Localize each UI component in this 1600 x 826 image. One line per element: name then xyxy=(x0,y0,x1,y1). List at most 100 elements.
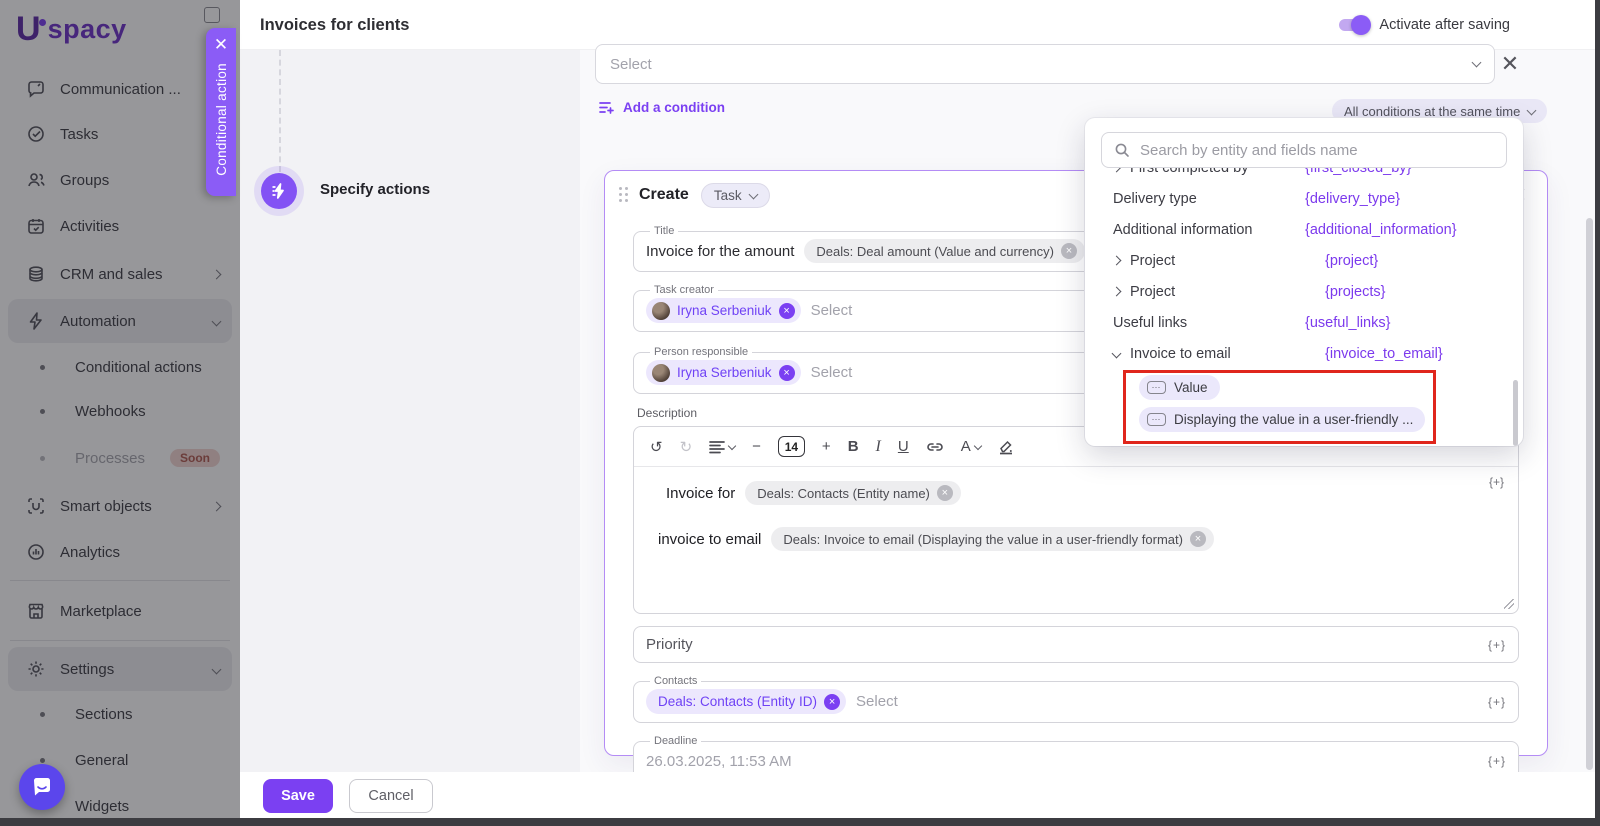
remove-chip-icon[interactable]: × xyxy=(824,694,840,710)
redo-icon[interactable]: ↻ xyxy=(680,438,693,456)
contacts-chip[interactable]: Deals: Contacts (Entity ID) × xyxy=(646,689,846,714)
title-field-label: Title xyxy=(650,225,678,237)
remove-chip-icon[interactable]: × xyxy=(779,365,795,381)
field-token: {first_closed_by} xyxy=(1305,168,1411,176)
remove-condition-icon[interactable]: ✕ xyxy=(1498,52,1522,76)
modal-footer: Save Cancel xyxy=(240,772,1600,820)
person-responsible-label: Person responsible xyxy=(650,346,752,358)
highlight-icon[interactable] xyxy=(998,439,1014,455)
editor-content[interactable]: Invoice for Deals: Contacts (Entity name… xyxy=(634,467,1518,551)
page-scrollbar-thumb[interactable] xyxy=(1586,218,1593,770)
chevron-down-icon xyxy=(728,441,736,449)
drag-handle-icon[interactable] xyxy=(619,187,629,203)
remove-chip-icon[interactable]: × xyxy=(1061,243,1077,259)
task-creator-chip[interactable]: Iryna Serbeniuk × xyxy=(646,298,801,323)
title-variable-chip[interactable]: Deals: Deal amount (Value and currency) … xyxy=(804,239,1085,263)
chevron-down-icon xyxy=(973,441,981,449)
underline-icon[interactable]: U xyxy=(898,438,909,455)
font-size-value[interactable]: 14 xyxy=(778,436,805,457)
search-input[interactable] xyxy=(1140,142,1494,159)
insert-variable-button[interactable]: {+} xyxy=(1488,695,1506,709)
chevron-down-icon xyxy=(1472,58,1482,68)
conditional-action-tab[interactable]: ✕ Conditional action xyxy=(206,28,236,196)
create-label: Create xyxy=(639,186,689,204)
avatar xyxy=(652,364,670,382)
deadline-value: 26.03.2025, 11:53 AM xyxy=(646,753,792,770)
list-item[interactable]: Project {projects} xyxy=(1113,276,1523,307)
filter-plus-icon xyxy=(598,100,615,115)
toggle-knob xyxy=(1351,15,1371,35)
select-placeholder: Select xyxy=(856,693,898,710)
font-size-minus-icon[interactable]: − xyxy=(752,438,761,455)
sub-option-label: Value xyxy=(1174,380,1208,395)
description-chip-2[interactable]: Deals: Invoice to email (Displaying the … xyxy=(771,527,1214,551)
sub-option-label: Displaying the value in a user-friendly … xyxy=(1174,412,1413,427)
list-item[interactable]: Useful links {useful_links} xyxy=(1113,307,1523,338)
title-value: Invoice for the amount xyxy=(646,243,794,260)
field-list: First completed by {first_closed_by} Del… xyxy=(1085,168,1523,446)
select-placeholder: Select xyxy=(811,302,853,319)
resize-handle[interactable] xyxy=(1504,599,1514,609)
condition-select[interactable]: Select xyxy=(595,44,1495,84)
sub-option-display-format[interactable]: ⋯ Displaying the value in a user-friendl… xyxy=(1139,407,1425,432)
field-label: Project xyxy=(1130,253,1175,269)
list-item[interactable]: Project {project} xyxy=(1113,245,1523,276)
toggle-label: Activate after saving xyxy=(1379,17,1510,33)
field-token: {projects} xyxy=(1325,284,1385,300)
dropdown-scrollbar-thumb[interactable] xyxy=(1513,380,1518,446)
field-label: First completed by xyxy=(1130,168,1248,176)
text-color-icon[interactable]: A xyxy=(961,438,981,455)
insert-variable-button[interactable]: {+} xyxy=(1489,475,1504,489)
backdrop-overlay xyxy=(0,0,240,826)
description-text-1: Invoice for xyxy=(666,485,735,502)
priority-field[interactable]: Priority {+} xyxy=(633,626,1519,663)
search-icon xyxy=(1114,142,1130,158)
chat-widget-button[interactable] xyxy=(19,764,65,810)
step-label: Specify actions xyxy=(320,181,430,198)
contacts-field[interactable]: Contacts Deals: Contacts (Entity ID) × S… xyxy=(633,675,1519,723)
search-box[interactable] xyxy=(1101,132,1507,168)
contacts-label: Contacts xyxy=(650,675,701,687)
remove-chip-icon[interactable]: × xyxy=(1190,531,1206,547)
avatar xyxy=(652,302,670,320)
undo-icon[interactable]: ↺ xyxy=(650,438,663,456)
modal-body: Specify actions Select ✕ Add a condition… xyxy=(240,50,1595,772)
remove-chip-icon[interactable]: × xyxy=(779,303,795,319)
field-label: Additional information xyxy=(1113,222,1252,238)
italic-icon[interactable]: I xyxy=(876,438,881,456)
activate-toggle[interactable] xyxy=(1339,19,1367,31)
add-condition-button[interactable]: Add a condition xyxy=(598,100,725,115)
chevron-down-icon xyxy=(1527,105,1537,115)
braces-icon: ⋯ xyxy=(1147,413,1166,426)
bold-icon[interactable]: B xyxy=(848,438,859,455)
list-item-invoice-to-email[interactable]: Invoice to email {invoice_to_email} xyxy=(1113,338,1523,369)
link-icon[interactable] xyxy=(926,441,944,453)
chip-label: Deals: Contacts (Entity ID) xyxy=(658,694,817,709)
chevron-right-icon xyxy=(1112,168,1122,172)
insert-variable-button[interactable]: {+} xyxy=(1488,754,1506,768)
steps-column: Specify actions xyxy=(240,50,580,772)
chip-label: Deals: Deal amount (Value and currency) xyxy=(816,244,1054,259)
list-item[interactable]: Delivery type {delivery_type} xyxy=(1113,183,1523,214)
person-responsible-chip[interactable]: Iryna Serbeniuk × xyxy=(646,360,801,385)
sub-option-value[interactable]: ⋯ Value xyxy=(1139,375,1220,400)
close-icon[interactable]: ✕ xyxy=(214,36,228,53)
save-button[interactable]: Save xyxy=(263,779,333,813)
window-edge-bottom xyxy=(0,818,1600,826)
list-item[interactable]: Additional information {additional_infor… xyxy=(1113,214,1523,245)
entity-type-select[interactable]: Task xyxy=(701,183,770,208)
cancel-button[interactable]: Cancel xyxy=(349,779,433,813)
description-editor[interactable]: ↺ ↻ − 14 + B I U A xyxy=(633,426,1519,614)
font-size-plus-icon[interactable]: + xyxy=(822,438,831,455)
select-placeholder: Select xyxy=(610,56,652,73)
conditions-mode-label: All conditions at the same time xyxy=(1344,104,1520,119)
field-label: Project xyxy=(1130,284,1175,300)
insert-variable-button[interactable]: {+} xyxy=(1488,638,1506,652)
align-icon[interactable] xyxy=(709,440,735,454)
conditional-action-modal: Invoices for clients Activate after savi… xyxy=(240,0,1600,826)
chevron-down-icon xyxy=(748,189,758,199)
modal-header: Invoices for clients Activate after savi… xyxy=(240,0,1600,50)
description-chip-1[interactable]: Deals: Contacts (Entity name) × xyxy=(745,481,961,505)
remove-chip-icon[interactable]: × xyxy=(937,485,953,501)
list-item[interactable]: First completed by {first_closed_by} xyxy=(1113,168,1523,183)
